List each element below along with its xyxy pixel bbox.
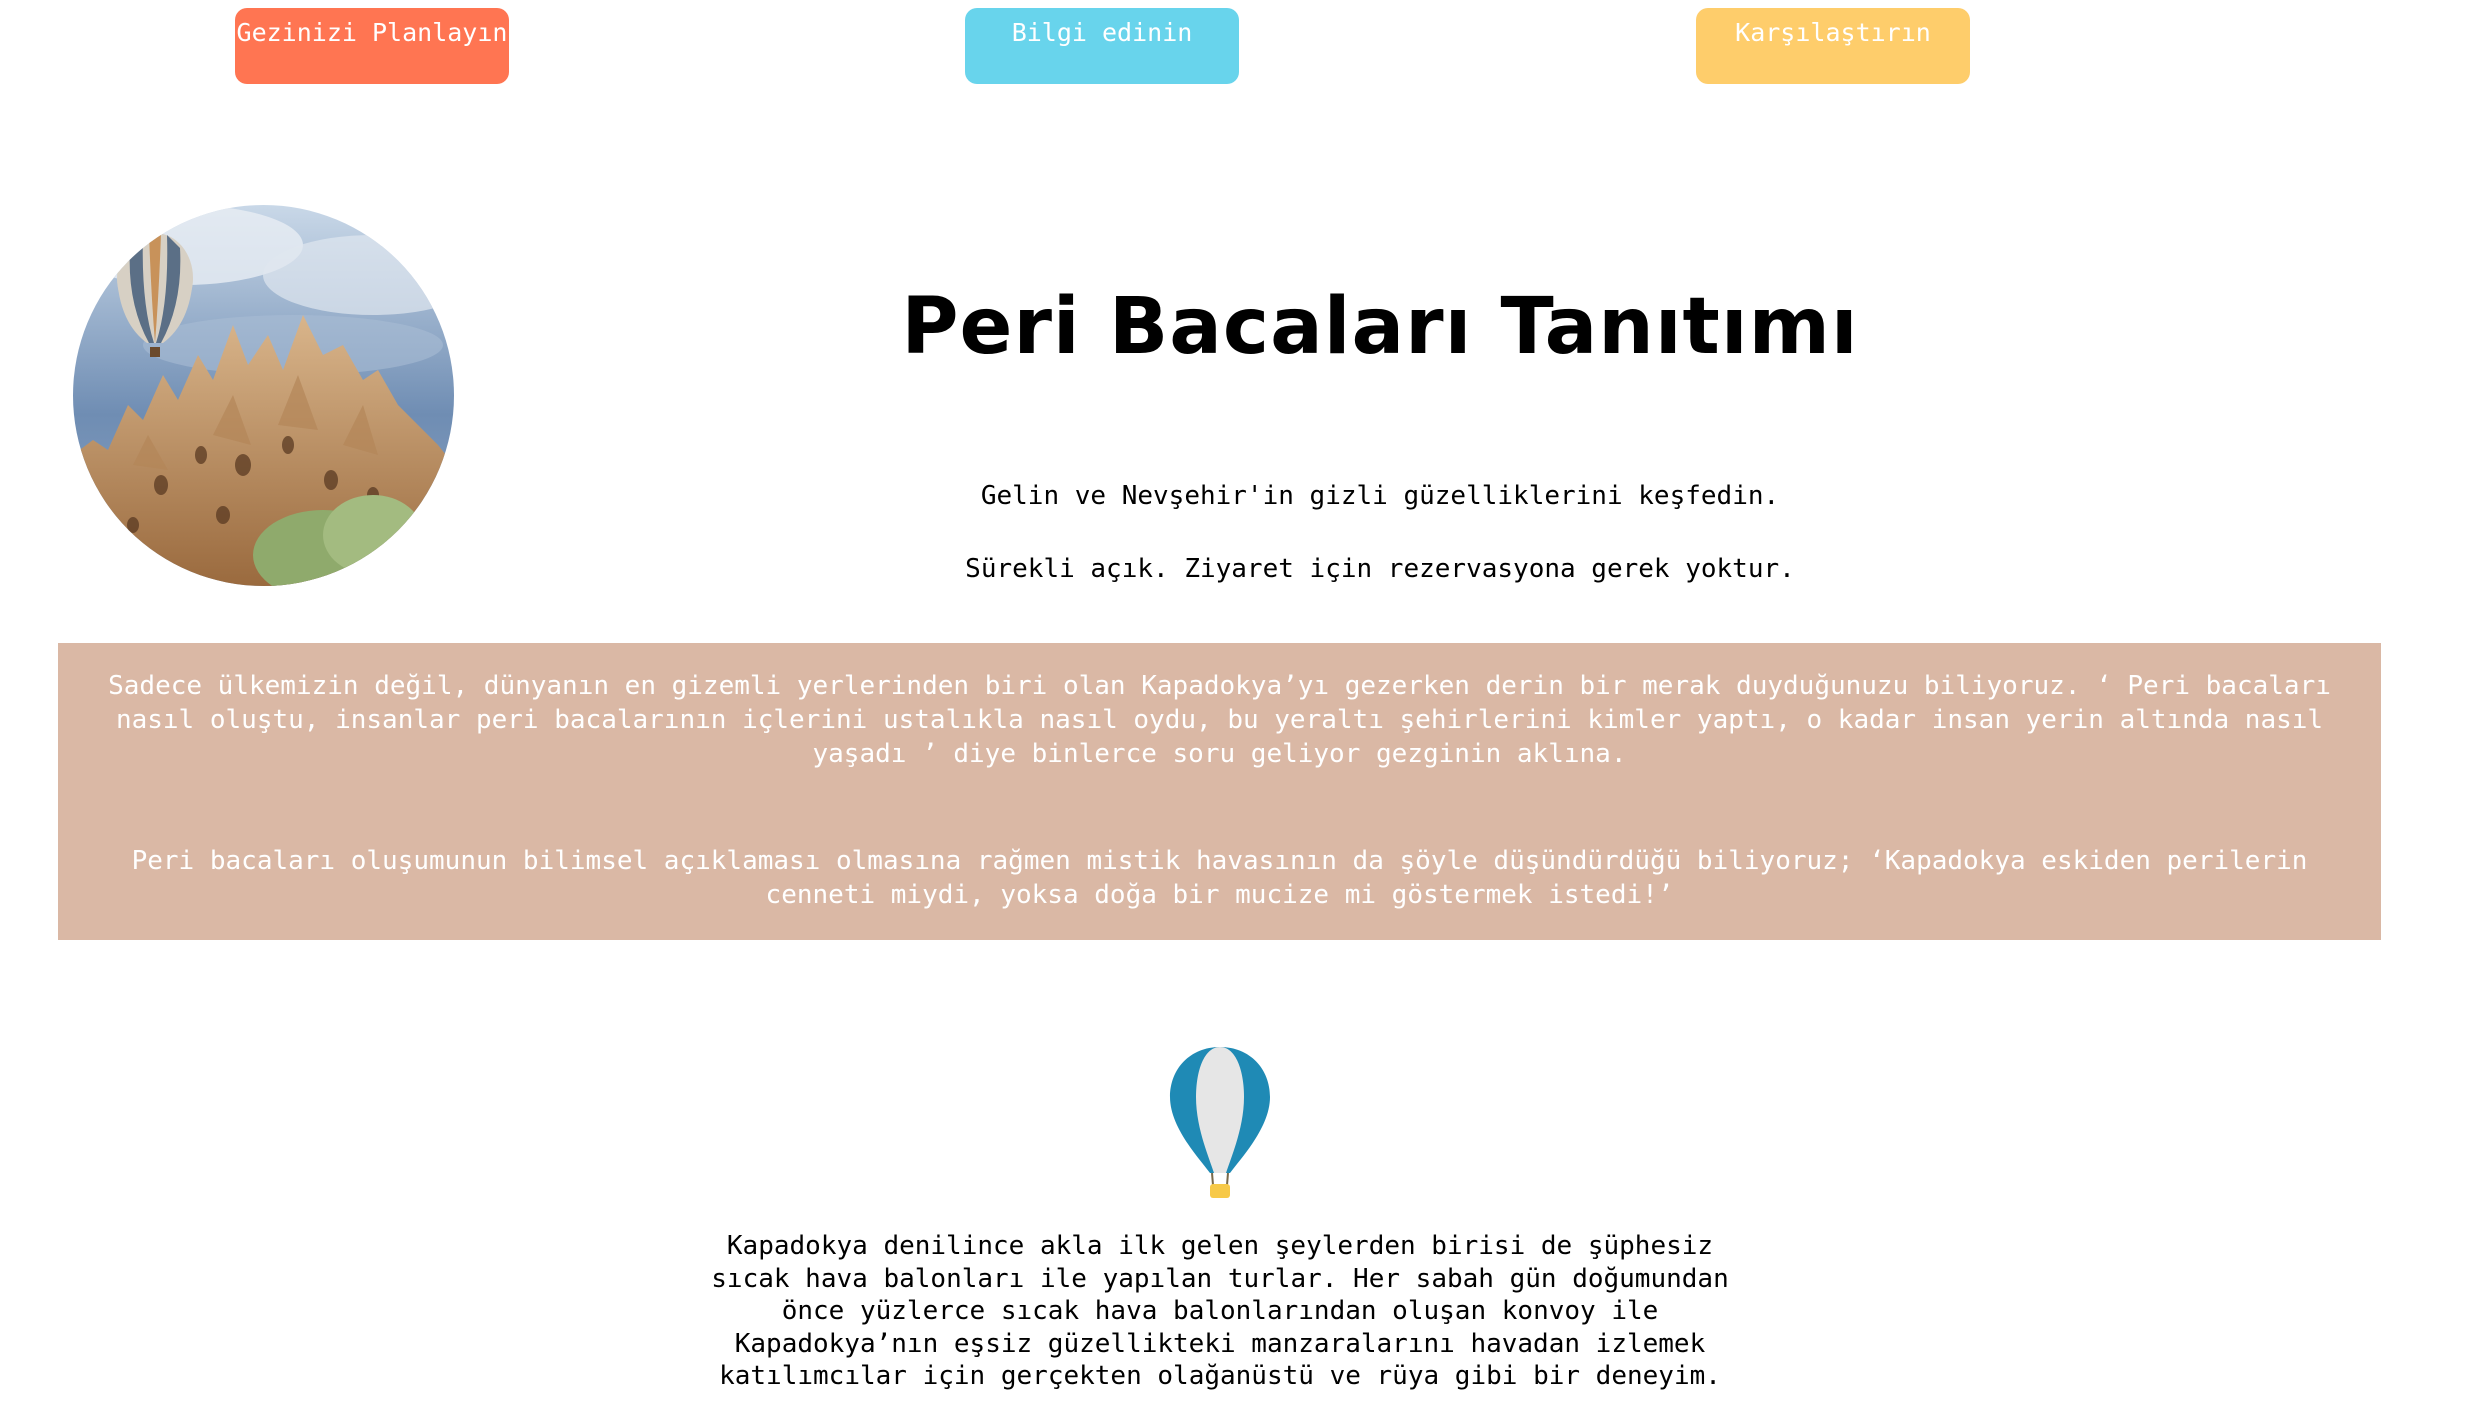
compare-button[interactable]: Karşılaştırın (1696, 8, 1970, 84)
balloon-tours-text: Kapadokya denilince akla ilk gelen şeyle… (711, 1231, 1729, 1391)
intro-subtitle: Gelin ve Nevşehir'in gizli güzelliklerin… (980, 481, 1780, 511)
cappadocia-photo (73, 205, 454, 586)
hot-air-balloon-icon (1168, 1045, 1272, 1201)
learn-more-button[interactable]: Bilgi edinin (965, 8, 1239, 84)
page-title: Peri Bacaları Tanıtımı (901, 282, 1859, 372)
intro-paragraph-1: Sadece ülkemizin değil, dünyanın en gize… (108, 671, 2331, 769)
intro-paragraph-2: Peri bacaları oluşumunun bilimsel açıkla… (131, 846, 2308, 910)
opening-hours-text: Sürekli açık. Ziyaret için rezervasyona … (965, 554, 1795, 584)
intro-box: Sadece ülkemizin değil, dünyanın en gize… (58, 643, 2381, 940)
plan-trip-button[interactable]: Gezinizi Planlayın (235, 8, 509, 84)
